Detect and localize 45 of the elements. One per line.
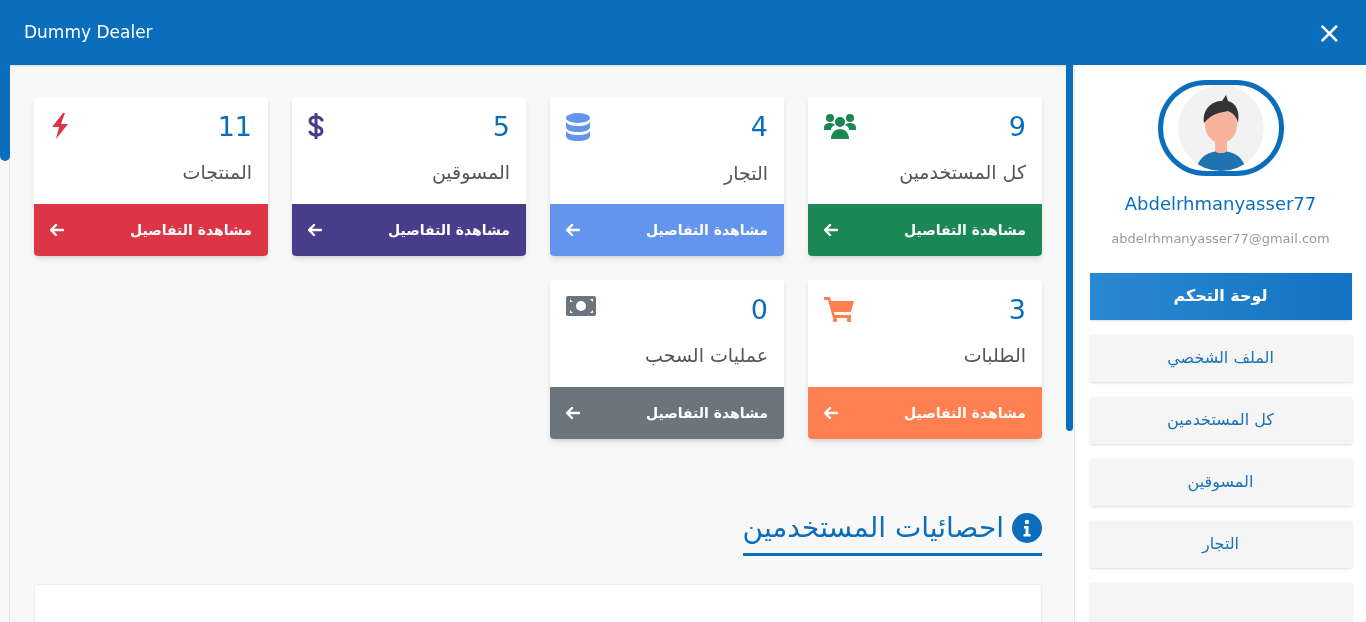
cart-icon xyxy=(824,296,854,322)
menu-item[interactable]: المسوقين xyxy=(1089,458,1352,506)
email-text: abdelrhmanyasser77@gmail.com xyxy=(1111,230,1330,248)
lightning-icon xyxy=(50,113,70,139)
close-button[interactable]: × xyxy=(1316,17,1342,48)
stat-label: التجار xyxy=(722,161,768,187)
stat-label: الطلبات xyxy=(962,343,1026,368)
stat-number: 0 xyxy=(750,296,768,323)
people-icon xyxy=(824,113,856,139)
menu-item[interactable]: لوحة التحكم xyxy=(1089,272,1352,320)
details-link[interactable]: مشاهدة التفاصيل xyxy=(292,204,526,256)
scrollbar-thumb[interactable] xyxy=(1066,65,1073,431)
details-link[interactable]: مشاهدة التفاصيل xyxy=(808,387,1042,439)
arrow-icon xyxy=(566,224,580,236)
database-icon xyxy=(566,113,590,141)
stat-label: عمليات السحب xyxy=(644,343,768,368)
arrow-icon xyxy=(308,224,322,236)
info-icon xyxy=(1012,513,1042,543)
avatar-icon xyxy=(1177,85,1264,171)
stat-number: 11 xyxy=(217,113,252,140)
arrow-icon xyxy=(824,407,838,419)
arrow-icon xyxy=(824,224,838,236)
banknote-icon xyxy=(566,296,596,316)
details-link[interactable]: مشاهدة التفاصيل xyxy=(550,387,784,439)
stat-number: 4 xyxy=(750,113,768,140)
stat-label: المسوقين xyxy=(430,160,510,186)
menu-item[interactable]: التجار xyxy=(1089,520,1352,568)
menu-item[interactable]: الملف الشخصي xyxy=(1089,334,1352,382)
stat-label: كل المستخدمين xyxy=(898,160,1026,186)
details-link[interactable]: مشاهدة التفاصيل xyxy=(34,204,268,256)
stat-number: 3 xyxy=(1008,296,1026,323)
stat-number: 9 xyxy=(1008,113,1026,140)
menu-item[interactable]: كل المستخدمين xyxy=(1089,396,1352,444)
details-link[interactable]: مشاهدة التفاصيل xyxy=(808,204,1042,256)
stat-number: 5 xyxy=(492,113,510,140)
arrow-icon xyxy=(50,224,64,236)
section-heading: احصائيات المستخدمين xyxy=(742,507,1042,556)
username: Abdelrhmanyasser77 xyxy=(1124,192,1317,216)
scrollbar-thumb[interactable] xyxy=(0,65,10,161)
dollar-icon xyxy=(308,113,324,139)
arrow-icon xyxy=(566,407,580,419)
details-link[interactable]: مشاهدة التفاصيل xyxy=(550,204,784,256)
stat-label: المنتجات xyxy=(181,160,252,185)
scrollbar[interactable] xyxy=(0,65,10,622)
window-title: Dummy Dealer xyxy=(24,20,153,44)
